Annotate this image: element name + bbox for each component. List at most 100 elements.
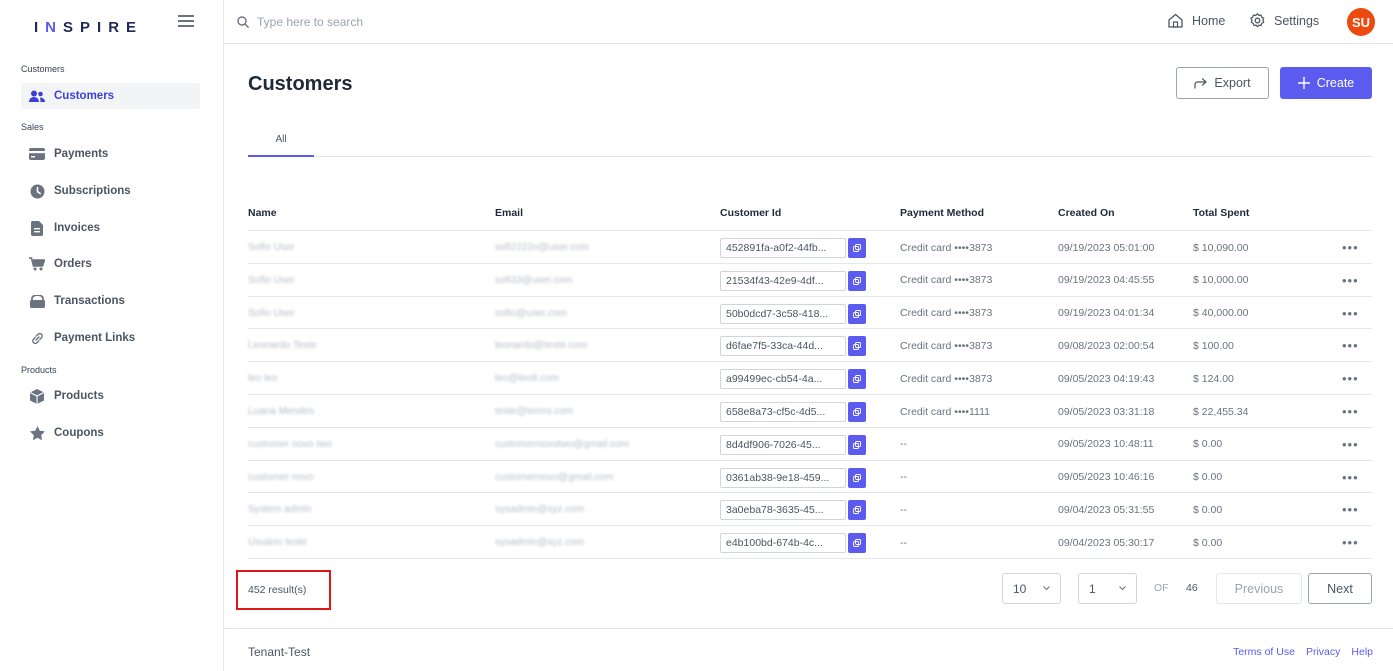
column-header-total-spent: Total Spent <box>1193 207 1250 219</box>
terms-link[interactable]: Terms of Use <box>1233 646 1295 658</box>
sidebar-item-invoices[interactable]: Invoices <box>21 215 200 241</box>
customer-id-field[interactable]: 0361ab38-9e18-459... <box>720 467 846 488</box>
total-spent: $ 0.00 <box>1193 503 1223 516</box>
chevron-down-icon <box>1043 586 1050 591</box>
sidebar-item-subscriptions[interactable]: Subscriptions <box>21 178 200 204</box>
menu-icon[interactable] <box>178 15 194 29</box>
credit-card-icon <box>28 146 46 162</box>
stack-icon <box>28 293 46 309</box>
table-row[interactable]: System admin sysadmin@xyz.com 3a0eba78-363… <box>248 492 1372 525</box>
create-button[interactable]: Create <box>1280 67 1372 99</box>
sidebar-item-products[interactable]: Products <box>21 383 200 409</box>
table-row[interactable]: Usuário teste sysadmin@xyz.com e4b100bd-67… <box>248 525 1372 558</box>
column-header-payment-method: Payment Method <box>900 207 985 219</box>
page-size-select[interactable]: 10 <box>1002 573 1061 604</box>
tab-all[interactable]: All <box>248 126 314 157</box>
table-row[interactable]: Luana Mendes teste@terms.com 658e8a73-cf5c… <box>248 394 1372 427</box>
next-button[interactable]: Next <box>1308 573 1372 604</box>
link-icon <box>28 330 46 346</box>
row-actions-icon[interactable]: ••• <box>1342 329 1359 362</box>
plus-icon <box>1297 77 1310 89</box>
customer-id-field[interactable]: 50b0dcd7-3c58-418... <box>720 303 846 324</box>
users-icon <box>28 88 46 104</box>
created-on: 09/04/2023 05:30:17 <box>1058 536 1155 549</box>
copy-icon[interactable] <box>848 303 866 324</box>
customer-id-field[interactable]: a99499ec-cb54-4a... <box>720 369 846 390</box>
footer-links: Terms of Use Privacy Help <box>1233 646 1373 658</box>
copy-icon[interactable] <box>848 500 866 521</box>
copy-icon[interactable] <box>848 402 866 422</box>
brand-logo[interactable]: INSPIRE <box>34 19 143 36</box>
section-label-sales: Sales <box>21 122 44 132</box>
copy-icon[interactable] <box>848 467 866 488</box>
previous-button[interactable]: Previous <box>1216 573 1302 604</box>
payment-method: Credit card ••••3873 <box>900 339 993 352</box>
privacy-link[interactable]: Privacy <box>1306 646 1340 658</box>
row-actions-icon[interactable]: ••• <box>1342 395 1359 428</box>
copy-icon[interactable] <box>848 533 866 554</box>
sidebar-item-orders[interactable]: Orders <box>21 251 200 277</box>
customer-name: Sofio User <box>248 274 295 286</box>
page-select[interactable]: 1 <box>1078 573 1137 604</box>
row-actions-icon[interactable]: ••• <box>1342 493 1359 526</box>
copy-icon[interactable] <box>848 270 866 291</box>
copy-icon[interactable] <box>848 434 866 455</box>
topbar: Home Settings SU <box>224 0 1393 44</box>
star-icon <box>28 425 46 441</box>
document-icon <box>28 220 46 236</box>
sidebar-item-customers[interactable]: Customers <box>21 83 200 109</box>
table-row[interactable]: customer novo two customernovotwo@gmail.c… <box>248 426 1372 461</box>
customer-email: sofi33@user.com <box>495 274 573 286</box>
total-spent: $ 0.00 <box>1193 438 1223 451</box>
created-on: 09/05/2023 04:19:43 <box>1058 372 1155 385</box>
avatar[interactable]: SU <box>1347 8 1375 36</box>
sidebar-item-label: Payments <box>54 148 109 160</box>
payment-method: -- <box>900 471 907 484</box>
created-on: 09/05/2023 03:31:18 <box>1058 405 1155 418</box>
payment-method: -- <box>900 438 907 451</box>
created-on: 09/08/2023 02:00:54 <box>1058 339 1155 352</box>
table-row[interactable]: Sofio User sofi33@user.com 21534f43-42e9-4… <box>248 262 1372 297</box>
sidebar-item-label: Invoices <box>54 222 101 234</box>
row-actions-icon[interactable]: ••• <box>1342 231 1359 264</box>
customer-id-field[interactable]: e4b100bd-674b-4c... <box>720 533 846 554</box>
customer-email: customernovo@gmail.com <box>495 471 614 483</box>
create-label: Create <box>1316 76 1355 90</box>
table-row[interactable]: leo leo leo@leo8.com a99499ec-cb54-4a... Cr… <box>248 361 1372 394</box>
row-actions-icon[interactable]: ••• <box>1342 297 1359 330</box>
sidebar-item-payment-links[interactable]: Payment Links <box>21 325 200 351</box>
sidebar-item-payments[interactable]: Payments <box>21 141 200 167</box>
table-row[interactable]: Sofio User sofio@user.com 50b0dcd7-3c58-41… <box>248 295 1372 330</box>
table-row[interactable]: customer novo customernovo@gmail.com 0361a… <box>248 459 1372 494</box>
customer-id-field[interactable]: d6fae7f5-33ca-44d... <box>720 336 846 357</box>
customer-name: leo leo <box>248 373 278 385</box>
export-button[interactable]: Export <box>1176 67 1269 99</box>
section-label-customers: Customers <box>21 64 65 74</box>
search-input[interactable] <box>257 12 557 32</box>
customer-id-field[interactable]: 8d4df906-7026-45... <box>720 434 846 455</box>
export-label: Export <box>1214 76 1251 90</box>
settings-link[interactable]: Settings <box>1250 13 1319 28</box>
customer-id-field[interactable]: 21534f43-42e9-4df... <box>720 270 846 291</box>
help-link[interactable]: Help <box>1351 646 1373 658</box>
customer-id-field[interactable]: 452891fa-a0f2-44fb... <box>720 238 846 258</box>
copy-icon[interactable] <box>848 336 866 357</box>
sidebar-item-coupons[interactable]: Coupons <box>21 420 200 446</box>
row-actions-icon[interactable]: ••• <box>1342 461 1359 494</box>
row-actions-icon[interactable]: ••• <box>1342 362 1359 395</box>
home-link[interactable]: Home <box>1168 13 1225 28</box>
table-row[interactable]: Sofio User sofi2222o@user.com 452891fa-a0f… <box>248 230 1372 263</box>
customer-id-field[interactable]: 658e8a73-cf5c-4d5... <box>720 402 846 422</box>
copy-icon[interactable] <box>848 238 866 258</box>
chevron-down-icon <box>1119 586 1126 591</box>
row-actions-icon[interactable]: ••• <box>1342 428 1359 461</box>
table-row[interactable]: Leonardo Teste leonardo@teste.com d6fae7f5… <box>248 328 1372 361</box>
box-icon <box>28 388 46 404</box>
column-header-name: Name <box>248 207 277 219</box>
copy-icon[interactable] <box>848 369 866 390</box>
row-actions-icon[interactable]: ••• <box>1342 264 1359 297</box>
row-actions-icon[interactable]: ••• <box>1342 526 1359 559</box>
payment-method: Credit card ••••3873 <box>900 241 993 254</box>
sidebar-item-transactions[interactable]: Transactions <box>21 288 200 314</box>
customer-id-field[interactable]: 3a0eba78-3635-45... <box>720 500 846 521</box>
